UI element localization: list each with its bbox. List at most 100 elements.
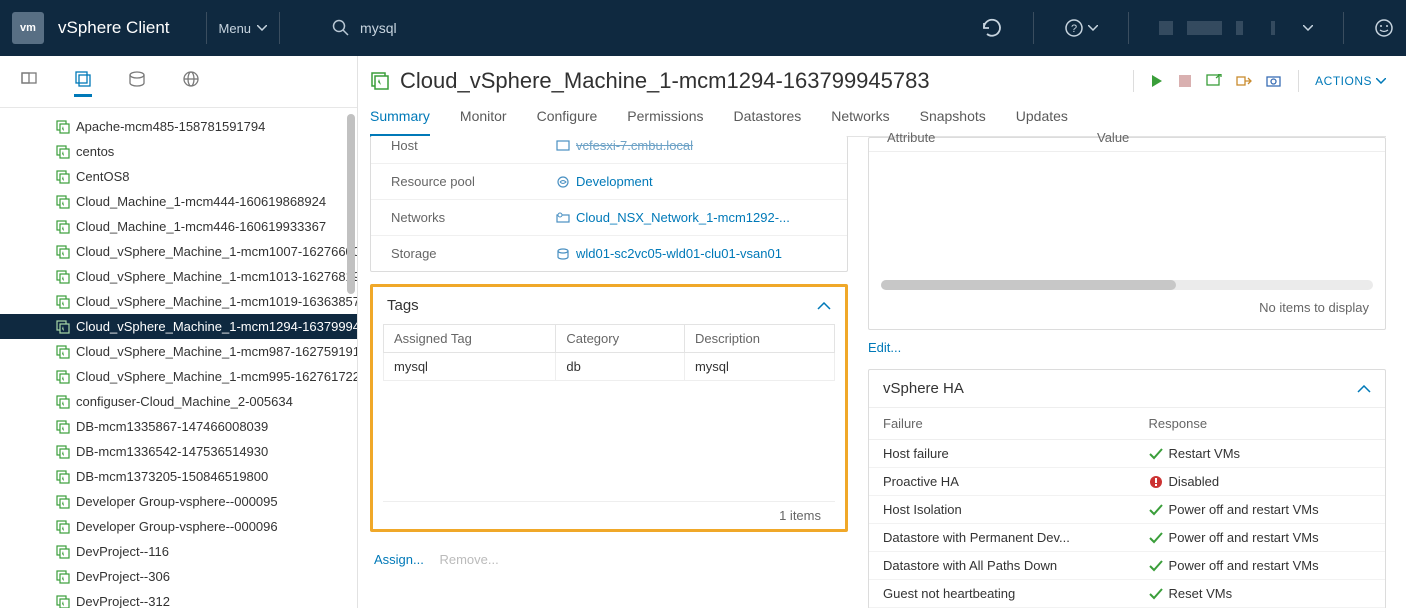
list-item[interactable]: Apache-mcm485-158781591794	[0, 114, 357, 139]
list-item[interactable]: Cloud_vSphere_Machine_1-mcm987-162759191…	[0, 339, 357, 364]
help-dropdown[interactable]: ?	[1064, 18, 1098, 38]
list-item[interactable]: Cloud_Machine_1-mcm444-160619868924	[0, 189, 357, 214]
tags-title: Tags	[387, 297, 419, 314]
datastore-mini-icon	[556, 247, 570, 261]
tags-count: 1 items	[383, 501, 835, 529]
col-value: Value	[1097, 130, 1129, 145]
list-item[interactable]: Cloud_vSphere_Machine_1-mcm1013-16276819…	[0, 264, 357, 289]
list-item[interactable]: DB-mcm1336542-147536514930	[0, 439, 357, 464]
table-row: Datastore with Permanent Dev...Power off…	[869, 524, 1385, 552]
snapshot-icon[interactable]	[1266, 74, 1282, 88]
list-item[interactable]: DevProject--116	[0, 539, 357, 564]
vms-tab[interactable]	[74, 70, 92, 97]
inventory-tree[interactable]: Apache-mcm485-158781591794centosCentOS8C…	[0, 108, 357, 608]
tab-datastores[interactable]: Datastores	[734, 108, 802, 136]
svg-text:?: ?	[1071, 23, 1077, 35]
list-item[interactable]: configuser-Cloud_Machine_2-005634	[0, 389, 357, 414]
list-item[interactable]: DB-mcm1335867-147466008039	[0, 414, 357, 439]
menu-dropdown[interactable]: Menu	[219, 21, 268, 36]
networks-label: Networks	[391, 210, 556, 225]
network-tab[interactable]	[182, 70, 200, 97]
smiley-icon	[1374, 18, 1394, 38]
list-item[interactable]: DB-mcm1373205-150846519800	[0, 464, 357, 489]
ha-title: vSphere HA	[883, 380, 964, 397]
host-link[interactable]: vcfesxi-7.cmbu.local	[576, 138, 693, 153]
chevron-down-icon	[1303, 25, 1313, 31]
tab-configure[interactable]: Configure	[537, 108, 598, 136]
network-mini-icon	[556, 211, 570, 225]
pool-label: Resource pool	[391, 174, 556, 189]
username-obscured	[1159, 21, 1299, 35]
storage-link[interactable]: wld01-sc2vc05-wld01-clu01-vsan01	[576, 246, 782, 261]
pool-link[interactable]: Development	[576, 174, 653, 189]
scrollbar[interactable]	[347, 114, 355, 294]
list-item[interactable]: Cloud_vSphere_Machine_1-mcm995-162761722…	[0, 364, 357, 389]
list-item[interactable]: DevProject--306	[0, 564, 357, 589]
top-bar: vm vSphere Client Menu mysql ?	[0, 0, 1406, 56]
migrate-icon[interactable]	[1236, 74, 1252, 88]
vm-tab-icon	[74, 70, 92, 88]
table-row[interactable]: mysql db mysql	[384, 353, 835, 381]
assign-tag-link[interactable]: Assign...	[374, 552, 424, 567]
globe-icon	[182, 70, 200, 88]
table-row: Host failureRestart VMs	[869, 440, 1385, 468]
host-mini-icon	[556, 139, 570, 153]
chevron-down-icon	[1088, 25, 1098, 31]
table-row: Datastore with All Paths DownPower off a…	[869, 552, 1385, 580]
list-item[interactable]: Cloud_vSphere_Machine_1-mcm1007-16276600…	[0, 239, 357, 264]
edit-attributes-link[interactable]: Edit...	[868, 340, 1386, 355]
refresh-icon	[981, 17, 1003, 39]
global-search[interactable]: mysql	[332, 19, 397, 37]
related-objects-card: Host vcfesxi-7.cmbu.local Resource pool …	[370, 136, 848, 272]
col-response[interactable]: Response	[1135, 408, 1385, 440]
list-item[interactable]: DevProject--312	[0, 589, 357, 608]
vsphere-ha-card: vSphere HA Failure Response Host failure…	[868, 369, 1386, 608]
table-row: Host IsolationPower off and restart VMs	[869, 496, 1385, 524]
tab-permissions[interactable]: Permissions	[627, 108, 703, 136]
tab-monitor[interactable]: Monitor	[460, 108, 507, 136]
chevron-down-icon	[257, 25, 267, 31]
pool-icon	[556, 175, 570, 189]
hosts-tab[interactable]	[20, 70, 38, 97]
list-item[interactable]: Cloud_vSphere_Machine_1-mcm1019-16363857…	[0, 289, 357, 314]
launch-console-icon[interactable]	[1206, 74, 1222, 88]
col-assigned-tag[interactable]: Assigned Tag	[384, 325, 556, 353]
vm-powered-icon	[370, 71, 390, 91]
network-link[interactable]: Cloud_NSX_Network_1-mcm1292-...	[576, 210, 790, 225]
list-item[interactable]: CentOS8	[0, 164, 357, 189]
content-area: Cloud_vSphere_Machine_1-mcm1294-16379994…	[358, 56, 1406, 608]
list-item[interactable]: Cloud_Machine_1-mcm446-160619933367	[0, 214, 357, 239]
col-failure[interactable]: Failure	[869, 408, 1135, 440]
search-value: mysql	[360, 20, 397, 36]
list-item[interactable]: centos	[0, 139, 357, 164]
remove-tag-link: Remove...	[439, 552, 498, 567]
tags-card: Tags Assigned Tag Category Description m…	[370, 284, 848, 532]
col-description[interactable]: Description	[684, 325, 834, 353]
ha-table: Failure Response Host failureRestart VMs…	[869, 408, 1385, 608]
storage-tab[interactable]	[128, 70, 146, 97]
horizontal-scrollbar[interactable]	[881, 280, 1373, 290]
smiley-button[interactable]	[1374, 18, 1394, 38]
storage-icon	[128, 70, 146, 88]
list-item[interactable]: Cloud_vSphere_Machine_1-mcm1294-16379994…	[0, 314, 357, 339]
page-title: Cloud_vSphere_Machine_1-mcm1294-16379994…	[400, 68, 930, 94]
menu-label: Menu	[219, 21, 252, 36]
play-icon[interactable]	[1150, 74, 1164, 88]
refresh-button[interactable]	[981, 17, 1003, 39]
col-attribute: Attribute	[887, 130, 1097, 145]
storage-label: Storage	[391, 246, 556, 261]
list-item[interactable]: Developer Group-vsphere--000095	[0, 489, 357, 514]
actions-menu[interactable]: ACTIONS	[1315, 74, 1386, 88]
tab-summary[interactable]: Summary	[370, 108, 430, 137]
list-item[interactable]: Developer Group-vsphere--000096	[0, 514, 357, 539]
custom-attributes-card: Attribute Value No items to display	[868, 137, 1386, 330]
search-icon	[332, 19, 350, 37]
chevron-down-icon	[1376, 78, 1386, 84]
stop-icon[interactable]	[1178, 74, 1192, 88]
user-dropdown[interactable]	[1159, 21, 1313, 35]
host-label: Host	[391, 138, 556, 153]
tags-table: Assigned Tag Category Description mysql …	[383, 324, 835, 381]
collapse-icon[interactable]	[1357, 385, 1371, 393]
collapse-icon[interactable]	[817, 302, 831, 310]
col-category[interactable]: Category	[556, 325, 685, 353]
